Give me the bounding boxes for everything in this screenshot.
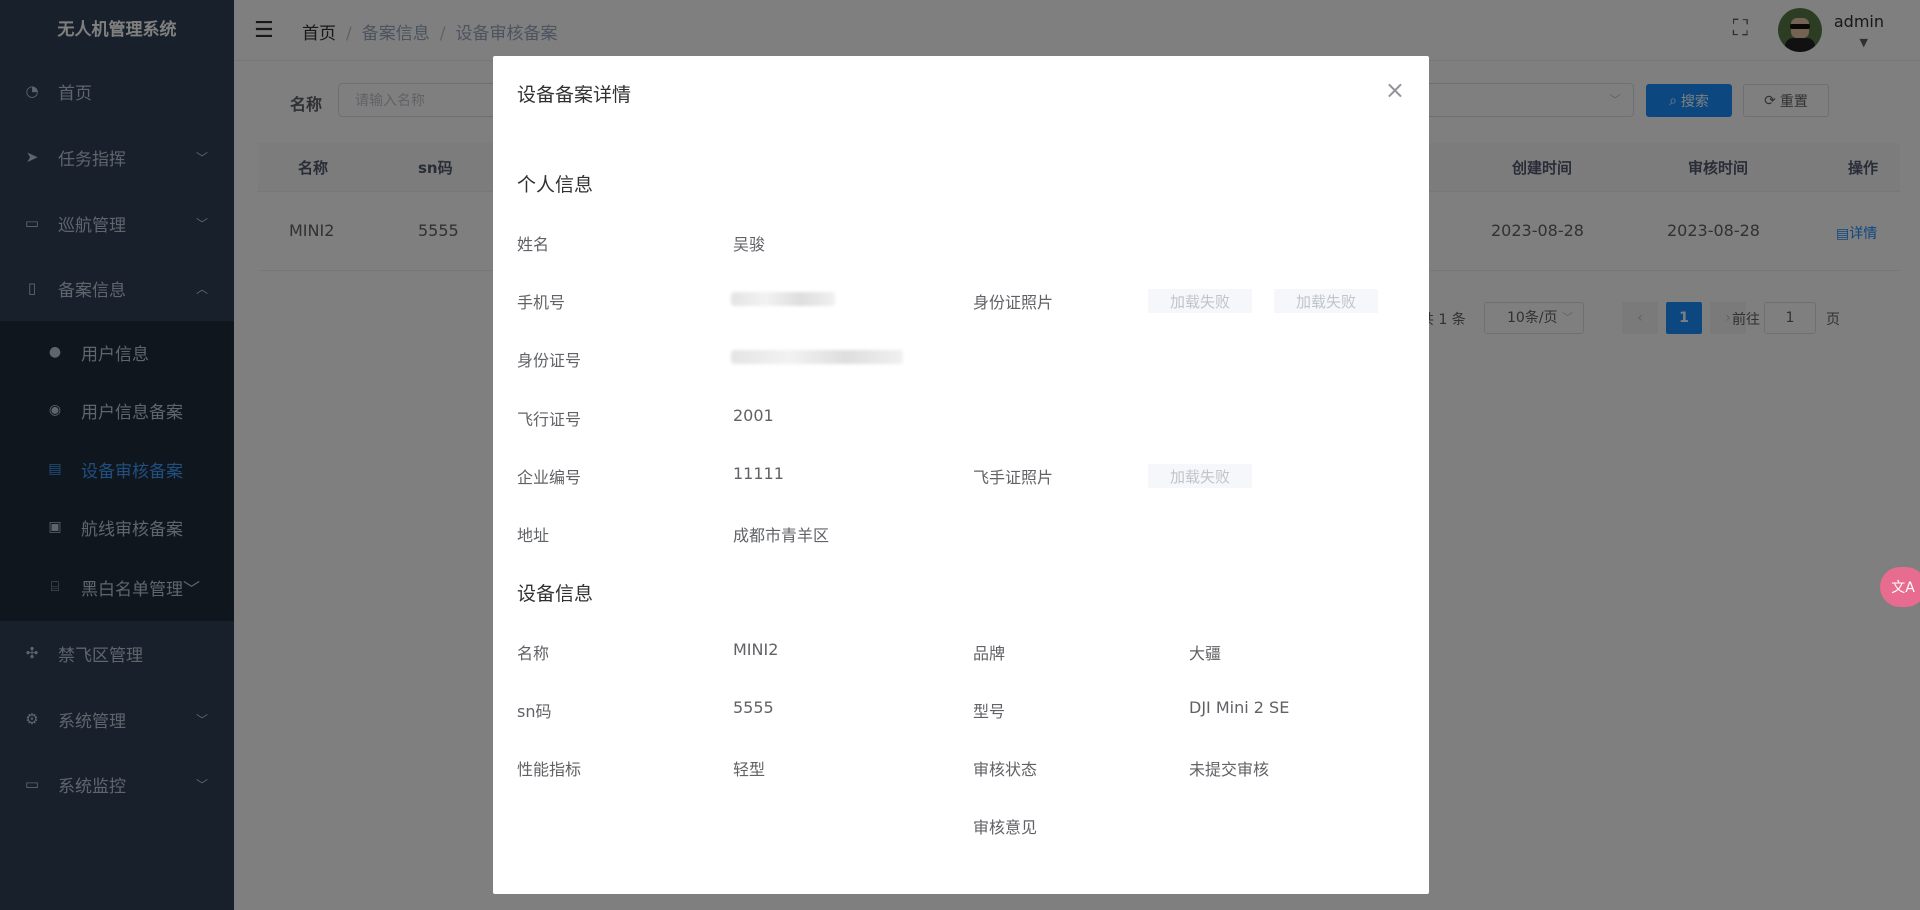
section-device: 设备信息 [517, 583, 594, 605]
sn-value: 5555 [733, 698, 774, 717]
phone-value-redacted [731, 292, 835, 306]
dialog-title: 设备备案详情 [517, 84, 632, 106]
brand-value: 大疆 [1189, 644, 1222, 663]
translate-icon[interactable]: 文A [1880, 567, 1920, 607]
address-label: 地址 [517, 526, 550, 545]
company-value: 11111 [733, 464, 784, 483]
id-photo-front: 加载失败 [1148, 289, 1252, 313]
model-value: DJI Mini 2 SE [1189, 698, 1290, 717]
brand-label: 品牌 [973, 644, 1006, 663]
perf-label: 性能指标 [517, 760, 582, 779]
name-value: 吴骏 [733, 235, 766, 254]
idcard-value-redacted [731, 350, 903, 364]
phone-label: 手机号 [517, 293, 566, 312]
sn-label: sn码 [517, 702, 552, 721]
idcard-label: 身份证号 [517, 351, 582, 370]
opinion-label: 审核意见 [973, 818, 1038, 837]
pilot-photo-label: 飞手证照片 [973, 468, 1054, 487]
id-photo-back: 加载失败 [1274, 289, 1378, 313]
pilot-photo: 加载失败 [1148, 464, 1252, 488]
name-label: 姓名 [517, 235, 550, 254]
license-label: 飞行证号 [517, 410, 582, 429]
section-personal: 个人信息 [517, 174, 594, 196]
perf-value: 轻型 [733, 760, 766, 779]
device-name-label: 名称 [517, 644, 550, 663]
device-detail-dialog: 设备备案详情 × 个人信息 姓名 吴骏 手机号 身份证照片 加载失败 加载失败 … [493, 56, 1429, 894]
status-value: 未提交审核 [1189, 760, 1270, 779]
status-label: 审核状态 [973, 760, 1038, 779]
device-name-value: MINI2 [733, 640, 779, 659]
company-label: 企业编号 [517, 468, 582, 487]
address-value: 成都市青羊区 [733, 526, 830, 545]
license-value: 2001 [733, 406, 774, 425]
id-photo-label: 身份证照片 [973, 293, 1054, 312]
model-label: 型号 [973, 702, 1006, 721]
close-icon[interactable]: × [1385, 76, 1405, 104]
